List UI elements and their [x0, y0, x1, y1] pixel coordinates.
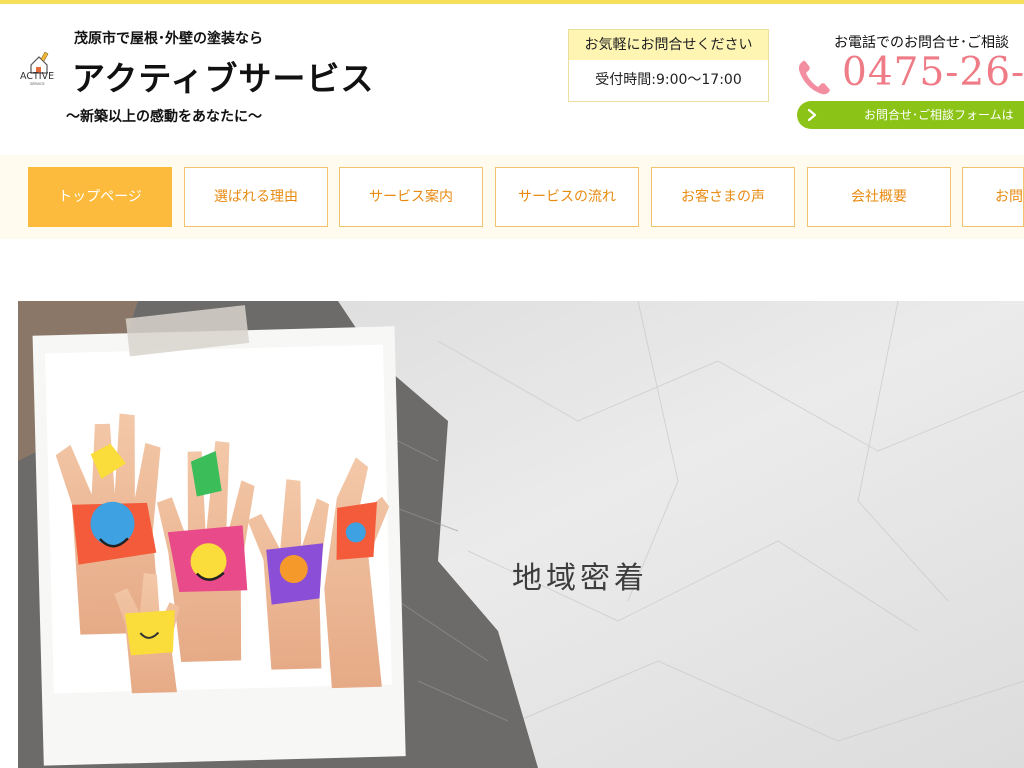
business-hours: 受付時間:9:00〜17:00: [595, 72, 742, 88]
chevron-right-icon: [807, 108, 817, 122]
nav-item-top[interactable]: トップページ: [28, 167, 172, 227]
nav-item-testimonials[interactable]: お客さまの声: [651, 167, 795, 227]
header-tagline: 茂原市で屋根･外壁の塗装なら: [74, 31, 263, 47]
hero-headline: 地域密着: [512, 561, 648, 596]
top-accent-strip: [0, 0, 1024, 4]
nav-item-flow[interactable]: サービスの流れ: [495, 167, 639, 227]
hero-slideshow: 地域密着: [18, 301, 1024, 768]
site-logo[interactable]: ACTIVE SERVICE: [19, 47, 63, 87]
phone-icon: [796, 58, 832, 96]
house-logo-icon: ACTIVE SERVICE: [20, 51, 54, 86]
contact-form-button[interactable]: お問合せ･ご相談フォームは: [797, 101, 1024, 129]
logo-text: ACTIVE: [20, 71, 54, 82]
site-title[interactable]: アクティブサービス: [72, 52, 374, 100]
phone-caption: お電話でのお問合せ･ご相談: [834, 35, 1009, 51]
nav-item-reasons[interactable]: 選ばれる理由: [184, 167, 328, 227]
nav-item-contact[interactable]: お問: [962, 167, 1024, 227]
hero-background-image: [18, 301, 1024, 768]
contact-form-button-label: お問合せ･ご相談フォームは: [864, 108, 1014, 122]
header-subtitle: 〜新築以上の感動をあなたに〜: [66, 109, 262, 125]
contact-hours-box: お気軽にお問合せください 受付時間:9:00〜17:00: [568, 29, 769, 102]
nav-item-services[interactable]: サービス案内: [339, 167, 483, 227]
contact-box-heading: お気軽にお問合せください: [569, 30, 768, 60]
phone-number[interactable]: 0475-26-3: [842, 50, 1024, 95]
nav-item-company[interactable]: 会社概要: [807, 167, 951, 227]
logo-subtext: SERVICE: [30, 82, 45, 86]
